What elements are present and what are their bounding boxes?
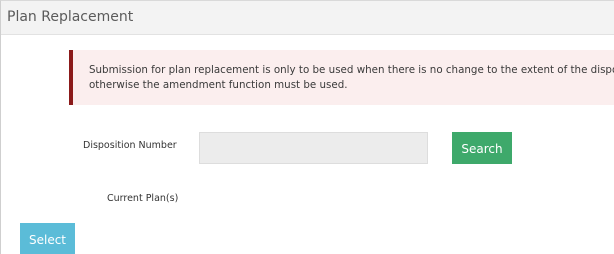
search-button[interactable]: Search: [452, 132, 512, 164]
alert-message-line-1: Submission for plan replacement is only …: [89, 64, 614, 76]
alert-message-line-2: otherwise the amendment function must be…: [89, 78, 348, 91]
plan-replacement-panel: Plan Replacement Submission for plan rep…: [0, 0, 614, 254]
select-button[interactable]: Select: [20, 223, 75, 254]
panel-header: Plan Replacement: [1, 1, 614, 35]
warning-alert: Submission for plan replacement is only …: [69, 50, 614, 105]
alert-message: Submission for plan replacement is only …: [89, 63, 614, 92]
disposition-number-input[interactable]: [199, 132, 428, 164]
panel-title: Plan Replacement: [7, 9, 134, 25]
disposition-number-label: Disposition Number: [83, 140, 177, 151]
current-plans-label: Current Plan(s): [107, 193, 179, 204]
